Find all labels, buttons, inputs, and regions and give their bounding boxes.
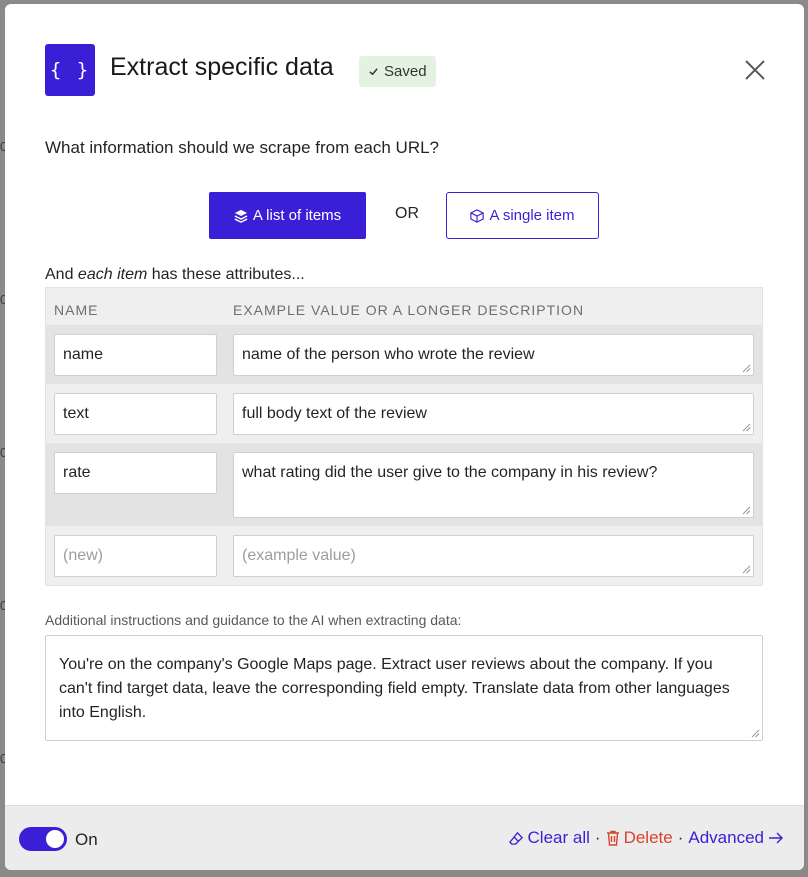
- attribute-name-input[interactable]: name: [54, 334, 217, 376]
- attribute-value-input[interactable]: name of the person who wrote the review: [233, 334, 754, 376]
- close-button[interactable]: [743, 58, 767, 82]
- list-of-items-label: A list of items: [252, 207, 342, 224]
- attribute-value-input[interactable]: what rating did the user give to the com…: [233, 452, 754, 518]
- braces-glyph: { }: [49, 59, 91, 81]
- attribute-value-input[interactable]: full body text of the review: [233, 393, 754, 435]
- trash-icon: [606, 830, 619, 846]
- braces-icon: { }: [45, 44, 95, 96]
- eraser-icon: [508, 831, 523, 845]
- column-header-name: NAME: [54, 302, 99, 318]
- attributes-label-emphasis: each item: [77, 266, 148, 283]
- attributes-label-suffix: has these attributes...: [147, 266, 305, 283]
- extract-data-modal: { } Extract specific data Saved What inf…: [5, 4, 804, 870]
- list-of-items-button[interactable]: A list of items: [209, 192, 366, 239]
- guidance-text: You're on the company's Google Maps page…: [59, 656, 730, 721]
- clear-all-button[interactable]: Clear all: [508, 828, 590, 848]
- arrow-right-icon: [769, 832, 783, 844]
- advanced-label: Advanced: [688, 828, 764, 847]
- advanced-button[interactable]: Advanced: [688, 828, 784, 848]
- close-icon: [745, 60, 765, 80]
- separator: ·: [677, 828, 684, 847]
- resize-grip-icon[interactable]: [742, 565, 751, 574]
- attribute-value-text: what rating did the user give to the com…: [242, 464, 658, 481]
- toggle-knob: [46, 830, 64, 848]
- check-icon: [369, 68, 378, 76]
- resize-grip-icon[interactable]: [742, 423, 751, 432]
- single-item-label: A single item: [489, 207, 575, 224]
- saved-badge-label: Saved: [384, 63, 427, 80]
- delete-button[interactable]: Delete: [606, 828, 673, 848]
- attributes-label: And each item has these attributes...: [45, 266, 305, 284]
- clear-all-label: Clear all: [527, 828, 590, 847]
- single-item-button[interactable]: A single item: [446, 192, 599, 239]
- separator: ·: [594, 828, 601, 847]
- guidance-textarea[interactable]: You're on the company's Google Maps page…: [45, 635, 763, 741]
- delete-label: Delete: [623, 828, 673, 847]
- guidance-label: Additional instructions and guidance to …: [45, 612, 462, 628]
- footer-actions: Clear all · Delete · Advanced: [508, 828, 784, 848]
- attribute-name-input[interactable]: rate: [54, 452, 217, 494]
- attribute-name-input[interactable]: text: [54, 393, 217, 435]
- enabled-toggle[interactable]: [19, 827, 67, 851]
- modal-title: Extract specific data: [110, 53, 334, 81]
- table-row: name name of the person who wrote the re…: [46, 325, 762, 384]
- table-row: text full body text of the review: [46, 384, 762, 443]
- modal-footer: On Clear all · Delete · Advanced: [5, 805, 804, 870]
- table-row: rate what rating did the user give to th…: [46, 443, 762, 526]
- resize-grip-icon[interactable]: [742, 364, 751, 373]
- resize-grip-icon[interactable]: [751, 729, 760, 738]
- new-attribute-name-input[interactable]: (new): [54, 535, 217, 577]
- box-icon: [470, 208, 485, 223]
- attribute-value-text: name of the person who wrote the review: [242, 346, 535, 363]
- new-attribute-value-placeholder: (example value): [242, 547, 356, 564]
- layers-icon: [234, 209, 248, 223]
- attributes-table: NAME EXAMPLE VALUE OR A LONGER DESCRIPTI…: [45, 287, 763, 586]
- scrape-question: What information should we scrape from e…: [45, 138, 440, 157]
- new-attribute-value-input[interactable]: (example value): [233, 535, 754, 577]
- resize-grip-icon[interactable]: [742, 506, 751, 515]
- table-row-new: (new) (example value): [46, 526, 762, 585]
- saved-badge: Saved: [359, 56, 436, 87]
- attribute-value-text: full body text of the review: [242, 405, 427, 422]
- column-header-example: EXAMPLE VALUE OR A LONGER DESCRIPTION: [233, 302, 585, 318]
- or-label: OR: [395, 205, 419, 222]
- toggle-label: On: [75, 830, 98, 849]
- attributes-label-prefix: And: [45, 266, 78, 283]
